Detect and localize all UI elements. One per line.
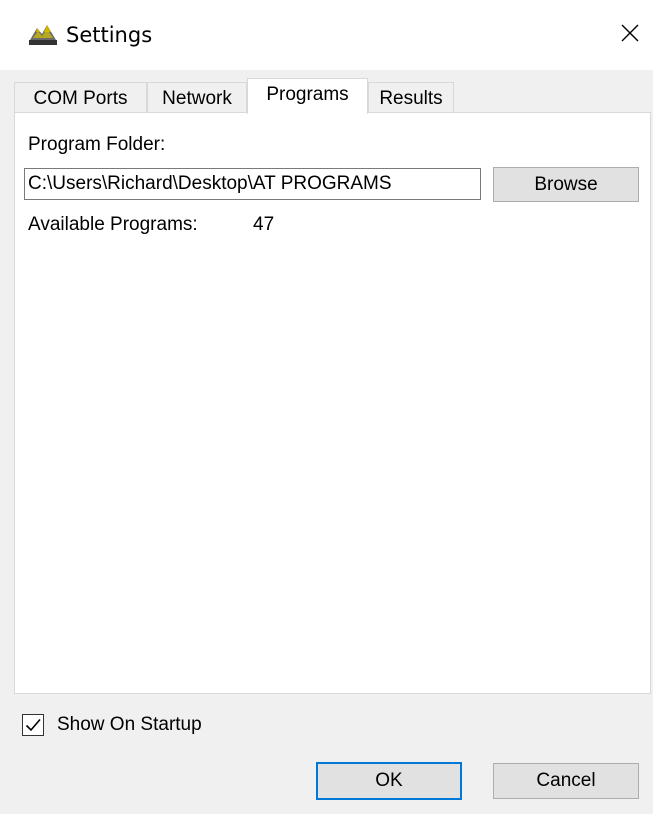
cancel-button[interactable]: Cancel — [493, 763, 639, 799]
close-button[interactable] — [607, 10, 653, 56]
ok-button[interactable]: OK — [316, 762, 462, 800]
window-title: Settings — [66, 23, 153, 47]
settings-dialog: Settings COM Ports Network Programs Resu… — [0, 0, 653, 814]
program-folder-label: Program Folder: — [28, 134, 166, 155]
tab-results[interactable]: Results — [368, 82, 454, 113]
program-folder-input[interactable] — [24, 168, 481, 200]
app-icon — [29, 25, 57, 45]
tab-label: Results — [379, 88, 443, 109]
available-programs-label: Available Programs: — [28, 214, 198, 235]
title-bar: Settings — [0, 0, 653, 70]
cancel-button-label: Cancel — [536, 770, 596, 791]
tab-label: Programs — [266, 84, 349, 105]
browse-button-label: Browse — [534, 173, 598, 195]
tab-network[interactable]: Network — [147, 82, 247, 113]
show-on-startup-label: Show On Startup — [57, 714, 202, 735]
tab-label: Network — [162, 88, 232, 109]
checkmark-icon — [25, 718, 41, 732]
close-icon — [621, 24, 639, 42]
tab-programs[interactable]: Programs — [247, 78, 368, 114]
ok-button-label: OK — [375, 770, 403, 791]
checkbox-box[interactable] — [22, 714, 44, 736]
available-programs-count: 47 — [253, 214, 275, 235]
tab-com-ports[interactable]: COM Ports — [14, 82, 147, 113]
tab-label: COM Ports — [33, 88, 128, 109]
browse-button[interactable]: Browse — [493, 167, 639, 202]
